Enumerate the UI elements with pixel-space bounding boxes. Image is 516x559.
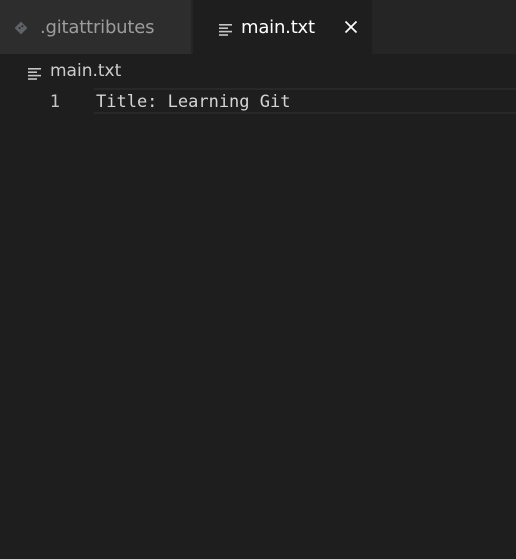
code-line[interactable]: Title: Learning Git	[96, 89, 290, 115]
text-lines-icon	[219, 21, 233, 36]
tab-label: main.txt	[241, 16, 315, 38]
close-icon[interactable]	[341, 17, 361, 37]
text-lines-icon	[28, 65, 42, 80]
tab-bar: .gitattributes main.txt	[0, 0, 516, 54]
tab-label: .gitattributes	[40, 16, 155, 38]
breadcrumb-item-main-txt[interactable]: main.txt	[50, 61, 121, 81]
breadcrumb: main.txt	[0, 54, 516, 88]
editor-window: .gitattributes main.txt main.txt 1 Title…	[0, 0, 516, 559]
code-editor[interactable]: 1 Title: Learning Git	[0, 88, 516, 559]
line-number: 1	[49, 92, 60, 112]
tab-gitattributes[interactable]: .gitattributes	[0, 0, 192, 54]
tab-main-txt[interactable]: main.txt	[193, 0, 372, 54]
git-icon	[14, 20, 28, 35]
